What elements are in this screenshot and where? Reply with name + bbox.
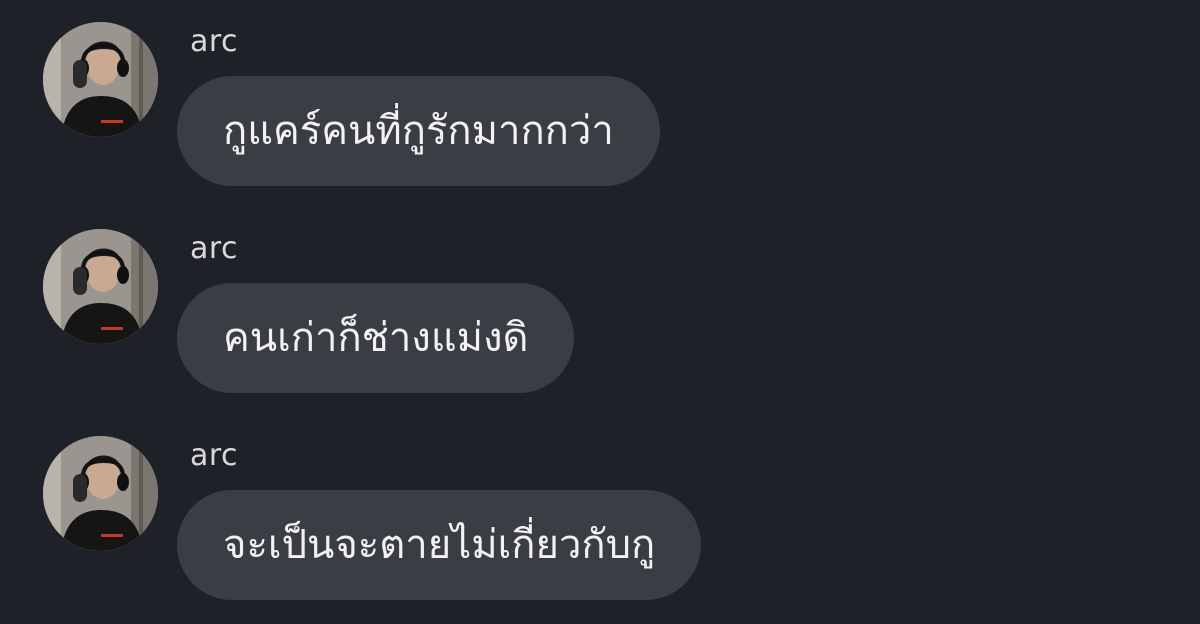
chat-message: arc กูแคร์คนที่กูรักมากกว่า [0,0,1200,186]
avatar-image [43,22,158,137]
sender-name: arc [190,231,239,266]
chat-message: arc คนเก่าก็ช่างแม่งดิ [0,207,1200,393]
message-bubble[interactable]: จะเป็นจะตายไม่เกี่ยวกับกู [177,490,702,600]
message-text: กูแคร์คนที่กูรักมากกว่า [223,108,614,154]
chat-message: arc จะเป็นจะตายไม่เกี่ยวกับกู [0,414,1200,600]
sender-name: arc [190,438,239,473]
chat-thread: arc กูแคร์คนที่กูรักมากกว่า arc คนเก่าก็… [0,0,1200,624]
message-text: จะเป็นจะตายไม่เกี่ยวกับกู [223,522,656,568]
message-bubble[interactable]: คนเก่าก็ช่างแม่งดิ [177,283,575,393]
avatar[interactable] [43,22,158,137]
sender-name: arc [190,24,239,59]
avatar-image [43,436,158,551]
message-text: คนเก่าก็ช่างแม่งดิ [223,315,529,361]
avatar-image [43,229,158,344]
avatar[interactable] [43,229,158,344]
avatar[interactable] [43,436,158,551]
message-bubble[interactable]: กูแคร์คนที่กูรักมากกว่า [177,76,660,186]
